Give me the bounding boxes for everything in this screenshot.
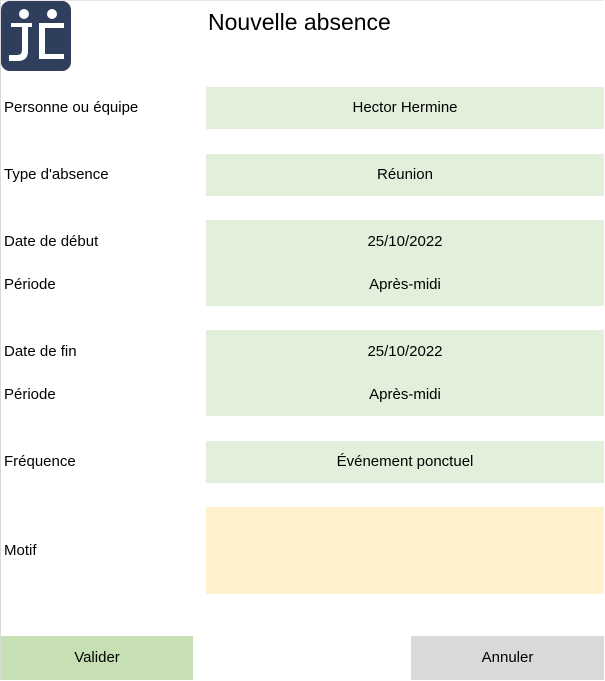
annuler-button[interactable]: Annuler — [411, 636, 604, 680]
dialog-title: Nouvelle absence — [208, 9, 391, 35]
date-fin-label: Date de fin — [4, 343, 77, 360]
valider-button[interactable]: Valider — [1, 636, 193, 680]
motif-label: Motif — [4, 542, 37, 559]
date-debut-value[interactable]: 25/10/2022 — [206, 232, 604, 252]
periode-fin-label: Période — [4, 386, 56, 403]
date-debut-label: Date de début — [4, 233, 99, 250]
periode-debut-label: Période — [4, 276, 56, 293]
periode-debut-value[interactable]: Après-midi — [206, 275, 604, 295]
frequence-label: Fréquence — [4, 453, 76, 470]
periode-fin-value[interactable]: Après-midi — [206, 385, 604, 405]
type-absence-value[interactable]: Réunion — [206, 165, 604, 185]
frequence-value[interactable]: Événement ponctuel — [206, 452, 604, 472]
app-logo-icon — [1, 1, 71, 71]
date-fin-value[interactable]: 25/10/2022 — [206, 342, 604, 362]
personne-label: Personne ou équipe — [4, 99, 139, 116]
jc-logo-icon — [1, 1, 71, 71]
personne-value[interactable]: Hector Hermine — [206, 98, 604, 118]
motif-input[interactable] — [206, 507, 604, 594]
type-absence-label: Type d'absence — [4, 166, 109, 183]
